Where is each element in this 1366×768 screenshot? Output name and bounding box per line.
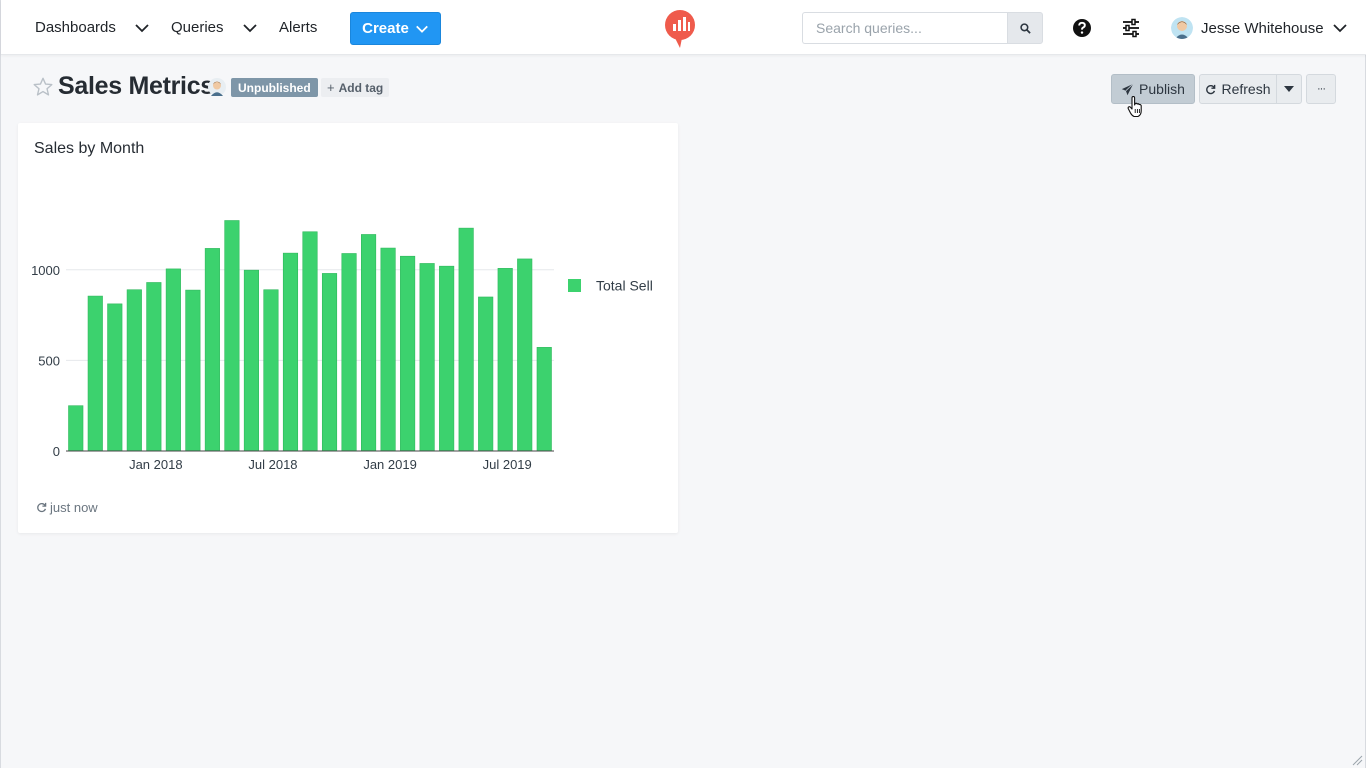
bar: [497, 268, 513, 452]
search-bar: [802, 12, 1043, 44]
publish-label: Publish: [1139, 81, 1185, 97]
help-icon[interactable]: [1072, 18, 1092, 38]
nav-alerts-label: Alerts: [279, 19, 318, 36]
more-options-button[interactable]: ···: [1306, 74, 1336, 104]
caret-down-icon: [1284, 86, 1294, 92]
bar: [517, 258, 533, 452]
refresh-icon: [1206, 84, 1216, 94]
top-navbar: Dashboards Queries Alerts Create Search …: [1, 0, 1366, 55]
bar: [243, 269, 259, 452]
window-resize-handle[interactable]: [1351, 754, 1363, 766]
user-name: Jesse Whitehouse: [1201, 19, 1324, 37]
x-tick-label: Jan 2019: [363, 457, 417, 472]
y-tick-label: 0: [53, 444, 60, 459]
x-tick-label: Jul 2018: [248, 457, 297, 472]
bar: [380, 247, 396, 452]
chart-widget: Sales by Month 0 500 1000 Jan 2018 Jul 2018 J…: [18, 123, 678, 533]
bar: [263, 289, 279, 452]
refresh-label: Refresh: [1221, 81, 1271, 97]
bar: [204, 248, 220, 452]
widget-footer: just now: [36, 500, 98, 515]
create-button[interactable]: Create: [350, 12, 441, 45]
bar: [361, 234, 377, 452]
sales-bar-chart: 0 500 1000 Jan 2018 Jul 2018 Jan 2019 Jul 2019…: [31, 220, 653, 472]
y-tick-label: 500: [38, 353, 60, 368]
settings-sliders-icon[interactable]: [1121, 18, 1141, 38]
bar: [107, 303, 123, 452]
ellipsis-icon: ···: [1317, 83, 1326, 95]
status-badge: Unpublished: [231, 78, 318, 97]
bar: [68, 405, 84, 452]
nav-queries[interactable]: Queries: [171, 0, 224, 55]
avatar: [1171, 17, 1193, 39]
add-tag-label: Add tag: [338, 80, 384, 95]
hand-pointer-icon: [1127, 96, 1142, 118]
bar: [439, 265, 455, 452]
search-input[interactable]: [802, 12, 1007, 44]
y-tick-label: 1000: [31, 263, 60, 278]
bar: [400, 255, 416, 452]
bar: [146, 282, 162, 452]
add-tag-button[interactable]: + Add tag: [321, 78, 390, 97]
bar: [165, 268, 181, 452]
x-tick-label: Jul 2019: [483, 457, 532, 472]
create-button-label: Create: [362, 20, 409, 37]
bar: [341, 253, 357, 452]
bar: [458, 227, 474, 452]
legend-swatch: [568, 279, 581, 292]
bar: [302, 231, 318, 452]
nav-queries-label: Queries: [171, 19, 224, 36]
favorite-star-icon[interactable]: [32, 76, 54, 98]
owner-avatar: [208, 78, 226, 96]
dashboards-chevron-down-icon[interactable]: [134, 20, 150, 36]
nav-dashboards-label: Dashboards: [35, 19, 116, 36]
x-tick-label: Jan 2018: [129, 457, 183, 472]
refresh-button[interactable]: Refresh: [1199, 74, 1277, 104]
paper-plane-icon: [1121, 83, 1134, 95]
bar: [282, 252, 299, 452]
search-icon: [1019, 22, 1031, 34]
bar: [478, 296, 494, 452]
refresh-options-dropdown[interactable]: [1276, 74, 1302, 104]
chevron-down-icon: [1332, 24, 1347, 33]
bar: [126, 289, 142, 452]
bar: [224, 220, 240, 452]
nav-dashboards[interactable]: Dashboards: [35, 0, 116, 55]
bar: [536, 347, 552, 452]
last-updated-text: just now: [50, 500, 98, 515]
page-title: Sales Metrics: [58, 72, 214, 100]
bar: [321, 273, 338, 452]
nav-alerts[interactable]: Alerts: [279, 0, 317, 55]
queries-chevron-down-icon[interactable]: [242, 20, 258, 36]
redash-logo-icon[interactable]: [663, 9, 697, 49]
publish-button[interactable]: Publish: [1111, 74, 1195, 104]
search-button[interactable]: [1007, 12, 1043, 44]
user-menu[interactable]: Jesse Whitehouse: [1171, 13, 1348, 43]
widget-title: Sales by Month: [34, 140, 145, 157]
refresh-icon[interactable]: [36, 502, 47, 513]
bar: [87, 295, 103, 452]
legend-label: Total Sell: [596, 278, 653, 294]
bar: [419, 263, 435, 452]
plus-icon: +: [327, 80, 335, 95]
chevron-down-icon: [415, 25, 428, 33]
bar: [185, 289, 201, 452]
